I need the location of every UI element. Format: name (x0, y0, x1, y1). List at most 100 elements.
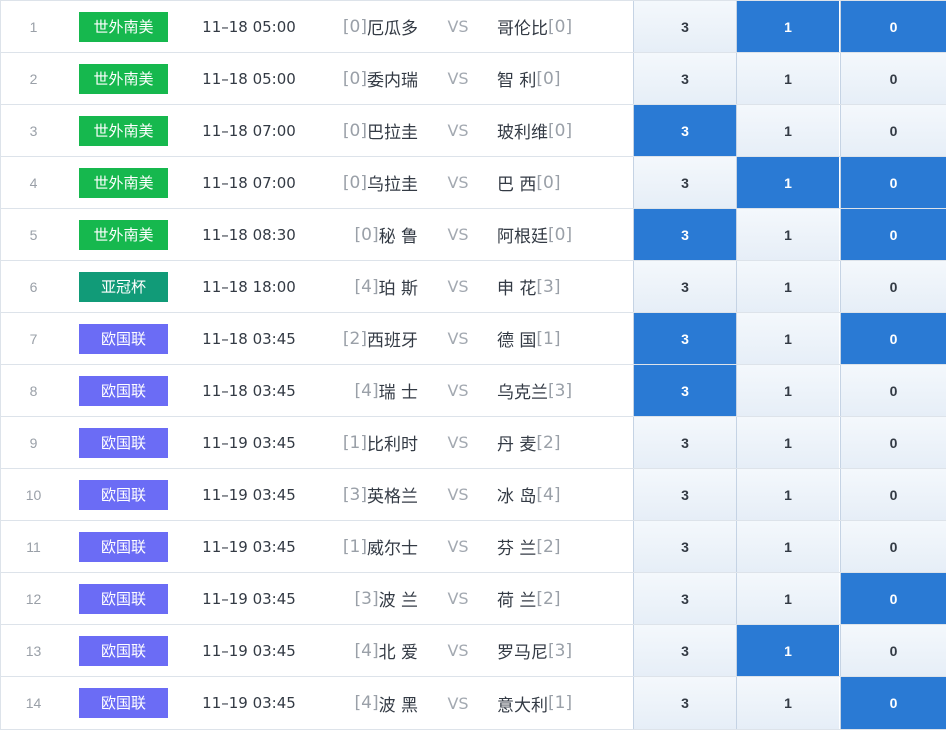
away-team[interactable]: 智 利 [0] (497, 53, 627, 104)
option-lose-button[interactable]: 0 (840, 573, 946, 624)
league-badge[interactable]: 世外南美 (79, 11, 168, 42)
option-draw-button[interactable]: 1 (736, 209, 839, 260)
option-draw-button[interactable]: 1 (736, 469, 839, 520)
option-draw-button[interactable]: 1 (736, 105, 839, 156)
option-draw-button[interactable]: 1 (736, 157, 839, 208)
away-rank: [0] (536, 172, 561, 193)
option-lose-button[interactable]: 0 (840, 53, 946, 104)
league-badge[interactable]: 欧国联 (79, 323, 168, 354)
option-lose-button[interactable]: 0 (840, 105, 946, 156)
option-lose-button[interactable]: 0 (840, 1, 946, 52)
league-cell: 欧国联 (79, 469, 168, 520)
league-badge[interactable]: 世外南美 (79, 167, 168, 198)
home-team[interactable]: [4] 波 黑 (318, 677, 419, 729)
league-badge[interactable]: 欧国联 (79, 479, 168, 510)
match-number: 9 (0, 417, 66, 468)
option-draw-button[interactable]: 1 (736, 625, 839, 676)
option-win-button[interactable]: 3 (633, 677, 736, 729)
away-team-name: 丹 麦 (497, 435, 537, 455)
home-team[interactable]: [2] 西班牙 (318, 313, 418, 364)
option-draw-button[interactable]: 1 (736, 417, 839, 468)
option-win-button[interactable]: 3 (633, 157, 736, 208)
option-win-button[interactable]: 3 (633, 209, 736, 260)
home-team[interactable]: [3] 英格兰 (318, 469, 418, 520)
option-win-button[interactable]: 3 (633, 261, 736, 312)
option-lose-button[interactable]: 0 (840, 313, 946, 364)
option-lose-button[interactable]: 0 (840, 677, 946, 729)
option-lose-button[interactable]: 0 (840, 625, 946, 676)
league-badge[interactable]: 欧国联 (79, 375, 168, 406)
league-badge[interactable]: 世外南美 (79, 63, 168, 94)
away-team[interactable]: 意大利 [1] (497, 677, 627, 729)
vs-label: VS (447, 329, 469, 348)
match-row: 1 世外南美 11–18 05:00 [0] 厄瓜多 VS 哥伦比 [0] 3 … (0, 1, 946, 53)
home-team[interactable]: [1] 威尔士 (318, 521, 418, 572)
away-team[interactable]: 芬 兰 [2] (497, 521, 627, 572)
option-lose-button[interactable]: 0 (840, 365, 946, 416)
league-badge[interactable]: 欧国联 (79, 635, 168, 666)
option-lose-button[interactable]: 0 (840, 209, 946, 260)
league-cell: 世外南美 (79, 53, 168, 104)
option-win-button[interactable]: 3 (633, 105, 736, 156)
home-team[interactable]: [0] 巴拉圭 (318, 105, 418, 156)
league-badge[interactable]: 世外南美 (79, 115, 168, 146)
option-draw-button[interactable]: 1 (736, 365, 839, 416)
option-draw-button[interactable]: 1 (736, 313, 839, 364)
league-badge[interactable]: 世外南美 (79, 219, 168, 250)
home-team-name: 北 爱 (378, 643, 418, 663)
away-team[interactable]: 罗马尼 [3] (497, 625, 627, 676)
away-team[interactable]: 巴 西 [0] (497, 157, 627, 208)
away-team[interactable]: 玻利维 [0] (497, 105, 627, 156)
option-lose-button[interactable]: 0 (840, 417, 946, 468)
option-draw-button[interactable]: 1 (736, 1, 839, 52)
option-win-button[interactable]: 3 (633, 417, 736, 468)
league-badge[interactable]: 欧国联 (79, 427, 168, 458)
away-rank: [1] (548, 693, 573, 713)
away-team-name: 德 国 (497, 331, 537, 351)
option-draw-button[interactable]: 1 (736, 53, 839, 104)
home-team[interactable]: [4] 瑞 士 (318, 365, 419, 416)
home-team[interactable]: [0] 乌拉圭 (318, 157, 418, 208)
option-win-button[interactable]: 3 (633, 469, 736, 520)
option-draw-button[interactable]: 1 (736, 573, 839, 624)
league-badge[interactable]: 欧国联 (79, 688, 168, 718)
league-badge[interactable]: 欧国联 (79, 583, 168, 614)
home-team[interactable]: [0] 厄瓜多 (318, 1, 418, 52)
option-win-button[interactable]: 3 (633, 573, 736, 624)
match-time: 11–19 03:45 (202, 537, 296, 556)
option-win-button[interactable]: 3 (633, 313, 736, 364)
option-draw-button[interactable]: 1 (736, 677, 839, 729)
option-lose-button[interactable]: 0 (840, 469, 946, 520)
away-rank: [2] (536, 536, 561, 557)
home-team[interactable]: [4] 珀 斯 (318, 261, 419, 312)
league-badge[interactable]: 亚冠杯 (79, 271, 168, 302)
away-team[interactable]: 申 花 [3] (497, 261, 627, 312)
away-team[interactable]: 德 国 [1] (497, 313, 627, 364)
match-number: 10 (0, 469, 66, 520)
option-draw-button[interactable]: 1 (736, 261, 839, 312)
option-win-button[interactable]: 3 (633, 53, 736, 104)
option-draw-button[interactable]: 1 (736, 521, 839, 572)
away-team[interactable]: 冰 岛 [4] (497, 469, 627, 520)
away-team[interactable]: 丹 麦 [2] (497, 417, 627, 468)
match-row: 2 世外南美 11–18 05:00 [0] 委内瑞 VS 智 利 [0] 3 … (0, 53, 946, 105)
home-team[interactable]: [4] 北 爱 (318, 625, 419, 676)
home-team[interactable]: [1] 比利时 (318, 417, 418, 468)
league-badge[interactable]: 欧国联 (79, 531, 168, 562)
home-team[interactable]: [0] 秘 鲁 (318, 209, 419, 260)
option-lose-button[interactable]: 0 (840, 521, 946, 572)
away-team[interactable]: 荷 兰 [2] (497, 573, 627, 624)
option-win-button[interactable]: 3 (633, 1, 736, 52)
home-team[interactable]: [3] 波 兰 (318, 573, 419, 624)
option-lose-button[interactable]: 0 (840, 261, 946, 312)
away-team[interactable]: 哥伦比 [0] (497, 1, 627, 52)
home-team-name: 瑞 士 (378, 383, 418, 403)
away-team[interactable]: 阿根廷 [0] (497, 209, 627, 260)
option-win-button[interactable]: 3 (633, 365, 736, 416)
away-team[interactable]: 乌克兰 [3] (497, 365, 627, 416)
option-win-button[interactable]: 3 (633, 625, 736, 676)
option-lose-button[interactable]: 0 (840, 157, 946, 208)
match-time: 11–18 18:00 (202, 277, 296, 296)
home-team[interactable]: [0] 委内瑞 (318, 53, 418, 104)
option-win-button[interactable]: 3 (633, 521, 736, 572)
